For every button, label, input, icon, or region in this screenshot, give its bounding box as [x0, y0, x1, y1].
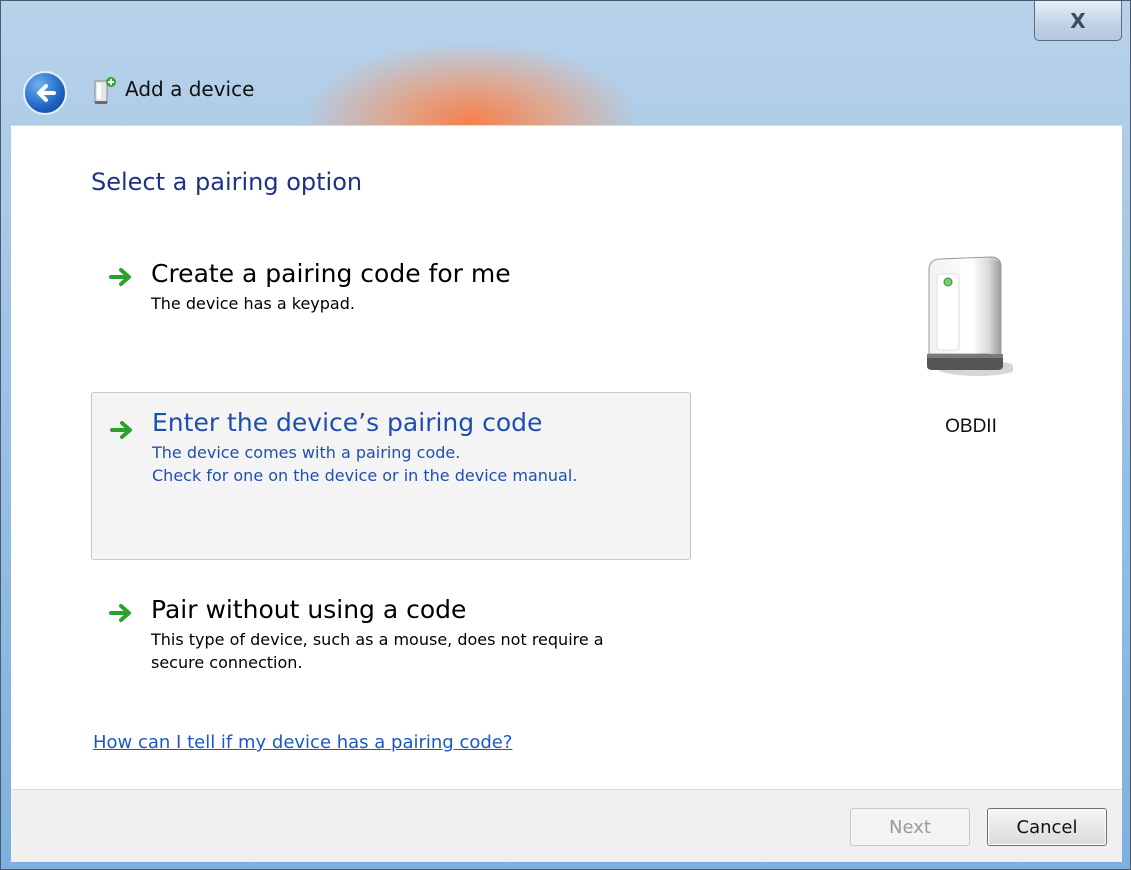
option-description-line: This type of device, such as a mouse, do… — [151, 630, 604, 649]
green-arrow-icon — [109, 604, 131, 622]
close-button[interactable]: X — [1034, 1, 1122, 41]
cancel-button[interactable]: Cancel — [987, 808, 1107, 846]
option-title: Enter the device’s pairing code — [152, 408, 543, 437]
option-description: The device comes with a pairing code. Ch… — [152, 441, 690, 487]
option-title: Pair without using a code — [151, 595, 467, 624]
add-device-window: X Add a device Select a pairing option C… — [0, 0, 1131, 870]
option-description-line: secure connection. — [151, 653, 303, 672]
window-title: Add a device — [125, 77, 255, 101]
device-name: OBDII — [945, 416, 997, 437]
option-description-line: Check for one on the device or in the de… — [152, 466, 578, 485]
option-description-line: The device comes with a pairing code. — [152, 443, 461, 462]
footer-bar: Next Cancel — [11, 789, 1122, 862]
page-heading: Select a pairing option — [91, 168, 363, 196]
option-description: This type of device, such as a mouse, do… — [151, 628, 691, 674]
add-device-icon — [94, 77, 116, 104]
back-arrow-icon — [37, 84, 56, 102]
green-arrow-icon — [110, 421, 132, 439]
content-area: Select a pairing option Create a pairing… — [11, 125, 1122, 790]
next-button[interactable]: Next — [850, 808, 970, 846]
option-pair-without-code[interactable]: Pair without using a code This type of d… — [91, 580, 691, 690]
option-create-pairing-code[interactable]: Create a pairing code for me The device … — [91, 244, 691, 340]
option-enter-device-code[interactable]: Enter the device’s pairing code The devi… — [91, 392, 691, 560]
close-icon: X — [1070, 8, 1086, 33]
generic-device-icon — [927, 256, 1013, 376]
option-description: The device has a keypad. — [151, 294, 355, 313]
option-title: Create a pairing code for me — [151, 259, 511, 288]
pairing-code-help-link[interactable]: How can I tell if my device has a pairin… — [93, 732, 512, 753]
back-button[interactable] — [23, 71, 67, 115]
green-arrow-icon — [109, 268, 131, 286]
